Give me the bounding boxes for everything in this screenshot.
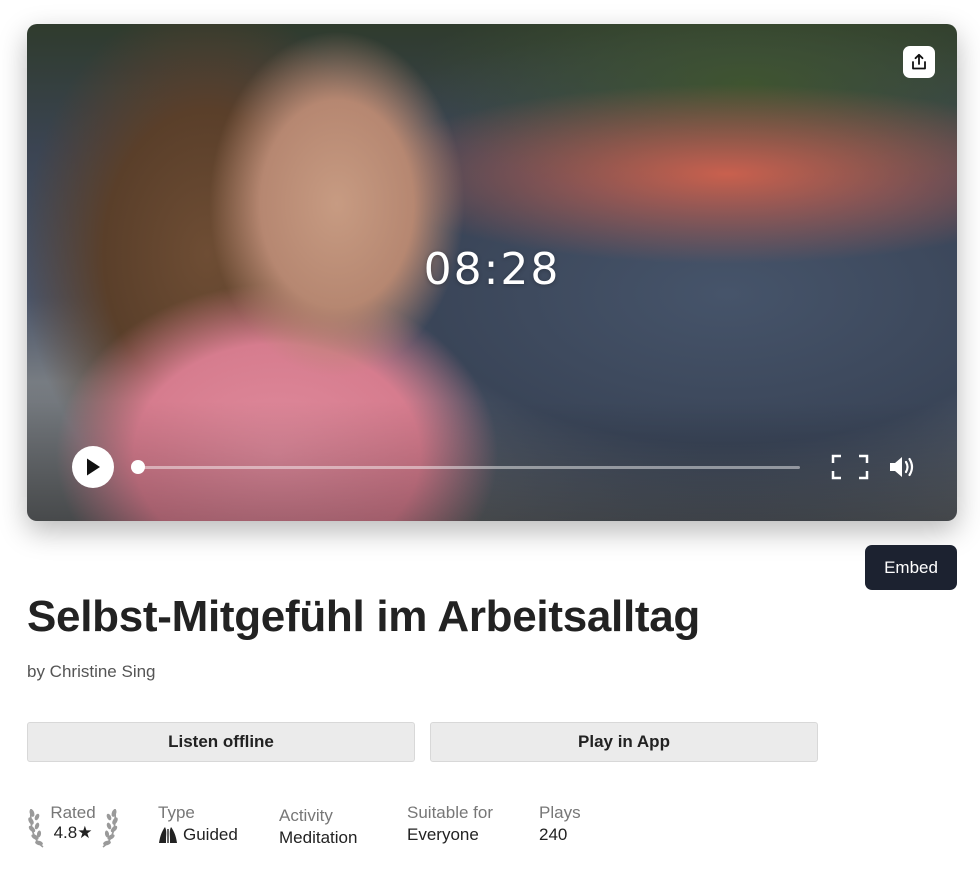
suitable-label: Suitable for: [407, 803, 493, 822]
author-byline: by Christine Sing: [27, 662, 156, 681]
player-controls: [27, 444, 957, 492]
plays-stat: Plays 240: [539, 803, 581, 845]
time-remaining: 08:28: [423, 244, 561, 295]
rating-value: 4.8★: [53, 823, 93, 842]
fullscreen-icon: [831, 454, 869, 480]
type-stat: Type Guided: [158, 803, 238, 845]
page-title: Selbst-Mitgefühl im Arbeitsalltag: [27, 592, 700, 641]
suitable-stat: Suitable for Everyone: [407, 803, 493, 845]
guided-icon: [159, 827, 177, 843]
type-label: Type: [158, 803, 195, 822]
share-icon: [912, 53, 926, 70]
plays-label: Plays: [539, 803, 581, 822]
suitable-value: Everyone: [407, 825, 479, 844]
progress-track[interactable]: [137, 466, 800, 469]
volume-button[interactable]: [887, 452, 917, 482]
play-in-app-button[interactable]: Play in App: [430, 722, 818, 762]
volume-icon: [890, 457, 914, 477]
video-player[interactable]: 08:28: [27, 24, 957, 521]
play-button[interactable]: [72, 446, 114, 488]
activity-label: Activity: [279, 806, 333, 825]
type-value: Guided: [183, 825, 238, 844]
rating-label: Rated: [50, 803, 96, 822]
activity-value: Meditation: [279, 828, 358, 847]
plays-value: 240: [539, 825, 568, 844]
listen-offline-button[interactable]: Listen offline: [27, 722, 415, 762]
fullscreen-button[interactable]: [831, 454, 869, 480]
progress-handle[interactable]: [131, 460, 145, 474]
share-button[interactable]: [903, 46, 935, 78]
activity-stat: Activity Meditation: [279, 806, 357, 848]
embed-button[interactable]: Embed: [865, 545, 957, 590]
play-icon: [87, 458, 100, 476]
rating-stat: Rated 4.8★: [27, 801, 119, 851]
